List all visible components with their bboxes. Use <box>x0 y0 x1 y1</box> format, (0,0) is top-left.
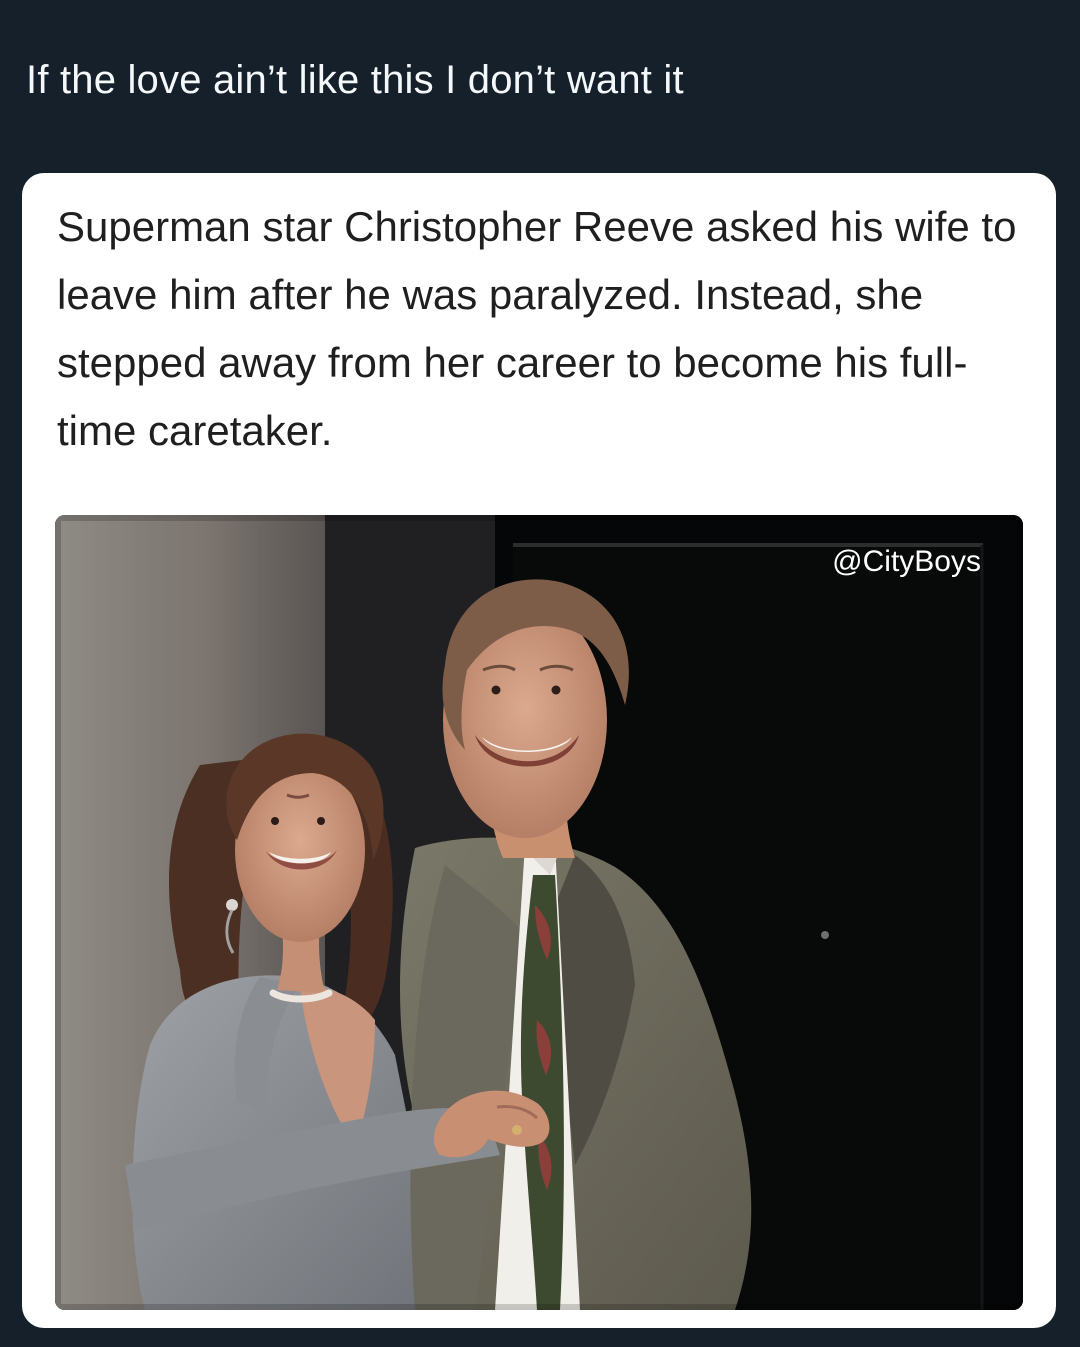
quoted-image-card[interactable]: Superman star Christopher Reeve asked hi… <box>22 173 1056 1328</box>
watermark-handle: @CityBoys <box>832 545 981 578</box>
tweet-text: If the love ain’t like this I don’t want… <box>26 58 684 102</box>
card-caption: Superman star Christopher Reeve asked hi… <box>57 203 1017 454</box>
couple-photo-illustration <box>55 515 1023 1310</box>
post-screen: If the love ain’t like this I don’t want… <box>0 0 1080 1347</box>
couple-photo[interactable]: @CityBoys <box>55 515 1023 1310</box>
